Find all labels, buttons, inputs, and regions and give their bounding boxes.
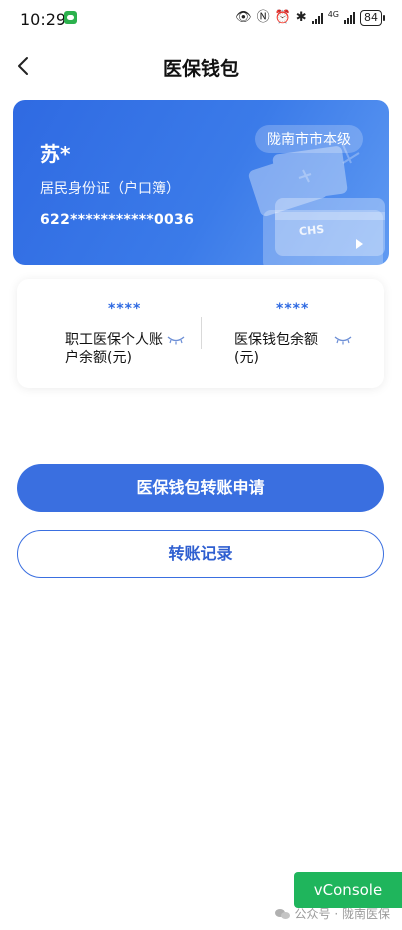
wifi-signal-icon: [311, 12, 323, 24]
battery-indicator: 84: [360, 10, 385, 26]
bluetooth-icon: ✱: [295, 10, 307, 25]
eye-closed-icon[interactable]: [167, 335, 185, 345]
vconsole-button[interactable]: vConsole: [294, 872, 402, 908]
nav-header: 医保钱包: [0, 44, 402, 88]
balance-value: ****: [276, 301, 310, 317]
play-icon[interactable]: [356, 239, 363, 249]
status-time: 10:29: [20, 10, 67, 29]
chs-logo: CHS: [298, 222, 325, 239]
watermark: 公众号 · 陇南医保: [274, 905, 390, 922]
balance-value: ****: [108, 301, 142, 317]
status-bar: 10:29 👁 Ⓝ ⏰ ✱ 4G 84: [0, 0, 402, 36]
cell-signal-icon: [344, 12, 355, 24]
page-title: 医保钱包: [162, 58, 239, 80]
balance-panel: **** 职工医保个人账户余额(元) **** 医保钱包余额(元): [17, 279, 384, 388]
wechat-notification-icon: [64, 11, 77, 24]
region-badge: 陇南市市本级: [255, 125, 363, 153]
wechat-icon: [274, 908, 291, 920]
nfc-icon: Ⓝ: [256, 10, 270, 25]
employee-account-balance: **** 职工医保个人账户余额(元): [17, 279, 201, 388]
balance-label: 职工医保个人账户余额(元): [65, 332, 163, 366]
transfer-apply-button[interactable]: 医保钱包转账申请: [17, 464, 384, 512]
card-id-type: 居民身份证（户口簿）: [40, 181, 180, 197]
watermark-text: 公众号 · 陇南医保: [294, 907, 390, 921]
balance-label: 医保钱包余额(元): [234, 332, 318, 366]
alarm-icon: ⏰: [274, 10, 291, 25]
insurance-card: 陇南市市本级 苏* 居民身份证（户口簿） 622***********0036 …: [13, 100, 389, 265]
network-type: 4G: [327, 10, 339, 19]
card-number: 622***********0036: [40, 212, 195, 228]
eye-closed-icon[interactable]: [334, 335, 352, 345]
status-indicators: 👁 Ⓝ ⏰ ✱ 4G 84: [235, 10, 385, 26]
wallet-balance: **** 医保钱包余额(元): [201, 279, 384, 388]
card-holder-name: 苏*: [40, 142, 71, 166]
transfer-records-button[interactable]: 转账记录: [17, 530, 384, 578]
eye-comfort-icon: 👁: [235, 10, 252, 25]
